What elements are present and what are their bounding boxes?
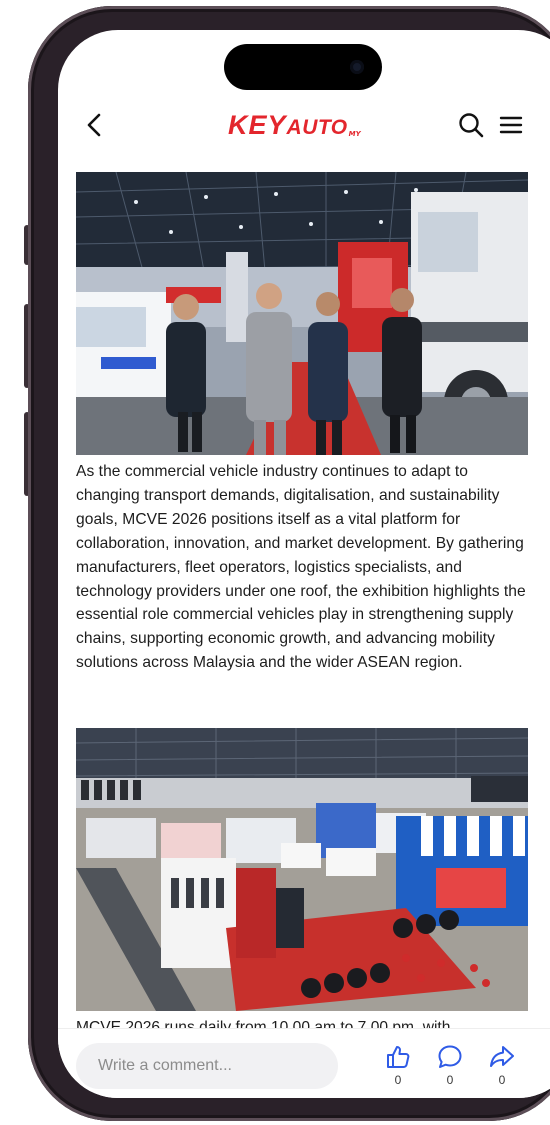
menu-button[interactable] bbox=[496, 110, 526, 140]
top-navigation-bar: KEYAUTOMY bbox=[58, 98, 550, 154]
share-arrow-icon bbox=[490, 1046, 514, 1067]
like-button[interactable]: 0 bbox=[380, 1043, 416, 1091]
comment-button[interactable]: 0 bbox=[432, 1043, 468, 1091]
article-paragraph: As the commercial vehicle industry conti… bbox=[76, 463, 526, 672]
speech-bubble-icon bbox=[438, 1045, 462, 1068]
logo-key-text: KEY bbox=[228, 110, 287, 140]
logo-my-text: MY bbox=[348, 130, 361, 138]
share-count: 0 bbox=[498, 1073, 506, 1087]
article-photo-exhibition-hall bbox=[76, 728, 528, 1011]
like-count: 0 bbox=[394, 1073, 402, 1087]
hamburger-menu-icon bbox=[499, 116, 523, 134]
back-button[interactable] bbox=[80, 110, 110, 140]
comment-input[interactable] bbox=[76, 1043, 338, 1089]
front-camera bbox=[350, 60, 364, 74]
logo-auto-text: AUTO bbox=[286, 116, 348, 139]
search-button[interactable] bbox=[456, 110, 486, 140]
article-photo-exhibition-walkthrough bbox=[76, 172, 528, 455]
chevron-left-icon bbox=[87, 113, 101, 137]
keyauto-logo[interactable]: KEYAUTOMY bbox=[228, 108, 361, 142]
device-frame: KEYAUTOMY As the commercial vehicle indu… bbox=[0, 0, 550, 1125]
comment-count: 0 bbox=[446, 1073, 454, 1087]
search-icon bbox=[459, 113, 484, 138]
phone-screen: KEYAUTOMY As the commercial vehicle indu… bbox=[58, 30, 550, 1098]
dynamic-island bbox=[224, 44, 382, 90]
article-paragraph-continuation: MCVE 2026 runs daily from 10.00 am to 7.… bbox=[76, 1019, 451, 1028]
share-button[interactable]: 0 bbox=[484, 1043, 520, 1091]
thumbs-up-icon bbox=[387, 1046, 410, 1068]
comment-bar: 0 0 0 bbox=[58, 1028, 550, 1098]
